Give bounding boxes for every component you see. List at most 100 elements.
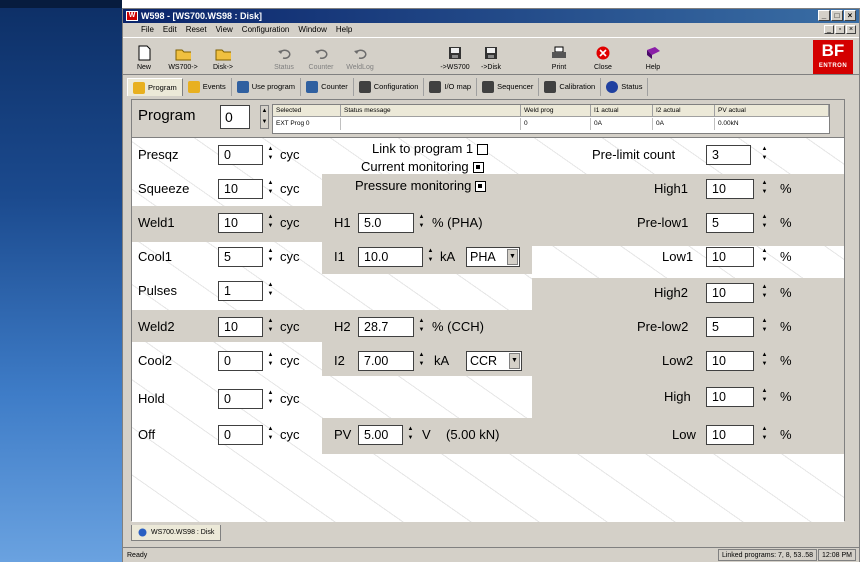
squeeze-input[interactable]: 10 xyxy=(218,179,263,199)
off-spinner[interactable]: ▲ ▼ xyxy=(266,425,275,445)
program-icon xyxy=(133,81,145,94)
i2-input[interactable]: 7.00 xyxy=(358,351,414,371)
presqz-input[interactable]: 0 xyxy=(218,145,263,165)
table-cell: 0.00kN xyxy=(718,120,739,127)
weld1-input[interactable]: 10 xyxy=(218,213,263,233)
pv-spinner[interactable]: ▲ ▼ xyxy=(406,425,415,445)
low2-spinner[interactable]: ▲ ▼ xyxy=(760,351,769,371)
document-tab[interactable]: WS700.WS98 : Disk xyxy=(131,525,222,541)
weld1-spinner[interactable]: ▲ ▼ xyxy=(266,213,275,233)
presqz-spinner[interactable]: ▲ ▼ xyxy=(266,145,275,165)
toolbar-status-button[interactable]: Status xyxy=(269,40,299,74)
pre-low1-input[interactable]: 5 xyxy=(706,213,754,233)
undo-arrow-icon xyxy=(276,45,292,61)
pulses-input[interactable]: 1 xyxy=(218,281,263,301)
h2-spinner[interactable]: ▲ ▼ xyxy=(417,317,426,337)
i1-mode-select[interactable]: PHA ▼ xyxy=(466,247,520,267)
i2-mode-select[interactable]: CCR ▼ xyxy=(466,351,522,371)
program-spinner[interactable]: ▲ ▼ xyxy=(260,105,269,129)
pv-input[interactable]: 5.00 xyxy=(358,425,403,445)
tab-calibration[interactable]: Calibration xyxy=(539,78,602,96)
mdi-restore-button[interactable]: ▫ xyxy=(835,25,845,34)
low-spinner[interactable]: ▲ ▼ xyxy=(760,425,769,445)
low1-label: Low1 xyxy=(662,249,694,264)
menu-help[interactable]: Help xyxy=(336,23,352,37)
cool2-input[interactable]: 0 xyxy=(218,351,263,371)
menu-edit[interactable]: Edit xyxy=(163,23,177,37)
tab-counter[interactable]: Counter xyxy=(301,78,354,96)
menu-file[interactable]: File xyxy=(141,23,154,37)
high1-input[interactable]: 10 xyxy=(706,179,754,199)
cool1-input[interactable]: 5 xyxy=(218,247,263,267)
toolbar-disk-read-button[interactable]: Disk-> xyxy=(207,40,239,74)
tab-sequencer[interactable]: Sequencer xyxy=(477,78,540,96)
tab-program[interactable]: Program xyxy=(127,78,183,96)
low-input[interactable]: 10 xyxy=(706,425,754,445)
tab-use-program[interactable]: Use program xyxy=(232,78,302,96)
current-monitoring-row[interactable]: Current monitoring xyxy=(361,159,484,174)
high1-spinner[interactable]: ▲ ▼ xyxy=(760,179,769,199)
pv-label: PV xyxy=(334,427,352,442)
mdi-minimize-button[interactable]: _ xyxy=(824,25,834,34)
cool2-spinner[interactable]: ▲ ▼ xyxy=(266,351,275,371)
tab-io-map[interactable]: I/O map xyxy=(424,78,478,96)
high2-spinner[interactable]: ▲ ▼ xyxy=(760,283,769,303)
high2-input[interactable]: 10 xyxy=(706,283,754,303)
weld2-spinner[interactable]: ▲ ▼ xyxy=(266,317,275,337)
pre-limit-count-spinner[interactable]: ▲ ▼ xyxy=(760,145,769,165)
low2-input[interactable]: 10 xyxy=(706,351,754,371)
toolbar-ws700-read-button[interactable]: WS700-> xyxy=(161,40,205,74)
toolbar-write-ws700-button[interactable]: ->WS700 xyxy=(437,40,473,74)
link-program-checkbox[interactable] xyxy=(477,144,489,156)
close-window-button[interactable]: × xyxy=(844,10,856,21)
toolbar-help-button[interactable]: Help xyxy=(639,40,667,74)
hold-spinner[interactable]: ▲ ▼ xyxy=(266,389,275,409)
high-input[interactable]: 10 xyxy=(706,387,754,407)
menu-configuration[interactable]: Configuration xyxy=(242,23,290,37)
table-header: Status message xyxy=(341,105,521,117)
weld2-input[interactable]: 10 xyxy=(218,317,263,337)
h1-spinner[interactable]: ▲ ▼ xyxy=(417,213,426,233)
pre-low2-spinner[interactable]: ▲ ▼ xyxy=(760,317,769,337)
tab-status[interactable]: Status xyxy=(601,78,649,96)
low1-input[interactable]: 10 xyxy=(706,247,754,267)
i1-input[interactable]: 10.0 xyxy=(358,247,423,267)
menu-reset[interactable]: Reset xyxy=(186,23,207,37)
high-spinner[interactable]: ▲ ▼ xyxy=(760,387,769,407)
toolbar-print-button[interactable]: Print xyxy=(545,40,573,74)
pulses-spinner[interactable]: ▲ ▼ xyxy=(266,281,275,301)
tab-configuration[interactable]: Configuration xyxy=(354,78,425,96)
program-number-input[interactable]: 0 xyxy=(220,105,250,129)
pressure-monitoring-checkbox[interactable] xyxy=(475,181,487,193)
low1-spinner[interactable]: ▲ ▼ xyxy=(760,247,769,267)
squeeze-spinner[interactable]: ▲ ▼ xyxy=(266,179,275,199)
hold-input[interactable]: 0 xyxy=(218,389,263,409)
tab-events[interactable]: Events xyxy=(183,78,232,96)
cool1-label: Cool1 xyxy=(138,249,172,264)
i1-spinner[interactable]: ▲ ▼ xyxy=(426,247,435,267)
pre-limit-count-input[interactable]: 3 xyxy=(706,145,751,165)
pre-low2-input[interactable]: 5 xyxy=(706,317,754,337)
toolbar-weldlog-button[interactable]: WeldLog xyxy=(341,40,379,74)
maximize-button[interactable]: □ xyxy=(831,10,843,21)
pressure-monitoring-row[interactable]: Pressure monitoring xyxy=(355,178,487,193)
toolbar-new-button[interactable]: New xyxy=(129,40,159,74)
pre-low1-spinner[interactable]: ▲ ▼ xyxy=(760,213,769,233)
off-input[interactable]: 0 xyxy=(218,425,263,445)
h2-input[interactable]: 28.7 xyxy=(358,317,414,337)
high1-label: High1 xyxy=(654,181,688,196)
h1-label: H1 xyxy=(334,215,351,230)
menu-view[interactable]: View xyxy=(216,23,233,37)
toolbar-counter-button[interactable]: Counter xyxy=(303,40,339,74)
toolbar-close-button[interactable]: Close xyxy=(589,40,617,74)
i2-spinner[interactable]: ▲ ▼ xyxy=(417,351,426,371)
toolbar-write-disk-button[interactable]: ->Disk xyxy=(475,40,507,74)
mdi-close-button[interactable]: × xyxy=(846,25,856,34)
h1-input[interactable]: 5.0 xyxy=(358,213,414,233)
link-program-row[interactable]: Link to program 1 xyxy=(372,141,489,156)
limits1-band xyxy=(532,174,844,246)
current-monitoring-checkbox[interactable] xyxy=(472,162,484,174)
minimize-button[interactable]: _ xyxy=(818,10,830,21)
cool1-spinner[interactable]: ▲ ▼ xyxy=(266,247,275,267)
menu-window[interactable]: Window xyxy=(298,23,326,37)
